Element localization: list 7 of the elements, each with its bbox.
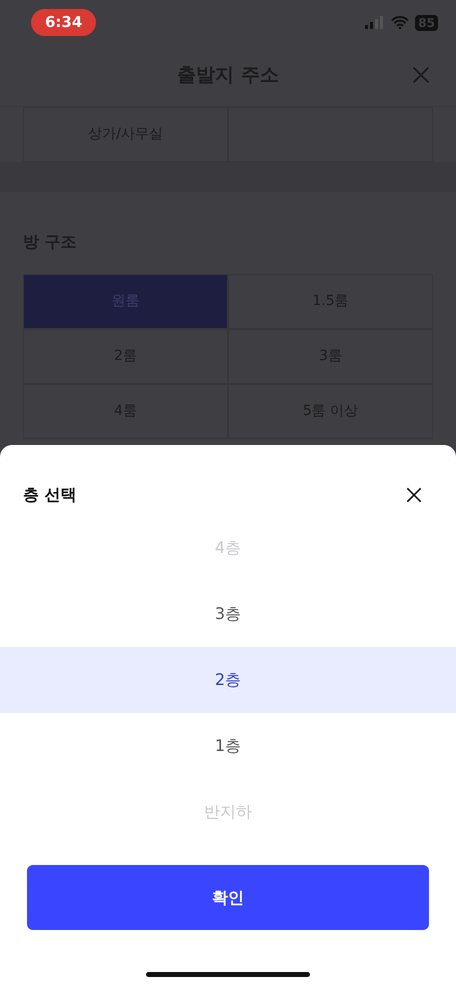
signal-icon: [365, 16, 386, 29]
sheet-title: 층 선택: [23, 484, 77, 506]
status-time: 6:34: [31, 9, 96, 36]
floor-option[interactable]: 2층: [0, 647, 456, 713]
confirm-button[interactable]: 확인: [27, 865, 429, 930]
wifi-icon: [391, 16, 410, 29]
close-icon[interactable]: [404, 485, 424, 505]
